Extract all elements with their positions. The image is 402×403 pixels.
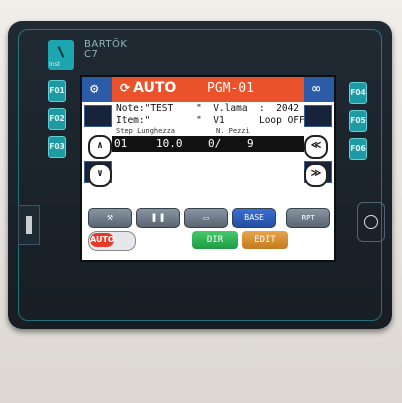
total-value: 9 [247, 137, 254, 150]
fkey-f05[interactable]: F05 [349, 110, 367, 132]
tool-button[interactable]: ⚒ [88, 208, 132, 228]
logo-text: Inst [49, 61, 61, 68]
brand-logo: Inst [48, 40, 74, 70]
page-up-icon[interactable]: ≪ [304, 135, 328, 159]
fkey-f06[interactable]: F06 [349, 138, 367, 160]
frame-icon: ▭ [202, 214, 210, 222]
frame-button[interactable]: ▭ [184, 208, 228, 228]
info-line-note: Note:"TEST " V.lama : 2042 [116, 103, 300, 114]
brand-model: C7 [84, 49, 99, 60]
col-step-length: Step Lunghezza [116, 127, 176, 135]
dir-button[interactable]: DIR [192, 231, 238, 249]
mode-indicator: ⟳ AUTO [120, 80, 176, 96]
left-panel-1[interactable] [84, 105, 112, 127]
page-down-icon[interactable]: ≫ [304, 163, 328, 187]
status-bar: ⟳ AUTO PGM-01 [112, 77, 304, 102]
rpt-button[interactable]: RPT [286, 208, 330, 228]
pieces-value: 0/ [208, 137, 222, 150]
step-value: 01 [114, 137, 128, 150]
pause-button[interactable]: ▌▐ [136, 208, 180, 228]
table-row[interactable]: 01 10.0 0/ 9 [112, 136, 304, 152]
auto-toggle[interactable]: AUTO [88, 231, 136, 251]
length-value: 10.0 [156, 137, 183, 150]
fkey-f03[interactable]: F03 [48, 136, 66, 158]
rpt-label: RPT [301, 214, 315, 222]
touch-screen: ⚙ ⟳ AUTO PGM-01 ∞ Note:"TEST " V.lama : 2… [80, 75, 336, 262]
faucet-icon: ⚙ [90, 81, 99, 97]
loop-button[interactable]: ∞ [304, 77, 334, 102]
usb-slot [18, 205, 40, 245]
loop-icon: ∞ [312, 81, 321, 97]
scroll-down-left-icon[interactable]: ∨ [88, 163, 112, 187]
ring-icon [364, 215, 378, 229]
fkey-f02[interactable]: F02 [48, 108, 66, 130]
slot-bar-icon [26, 216, 32, 234]
pause-icon: ▌▐ [152, 214, 164, 222]
refresh-icon: ⟳ [120, 81, 131, 95]
program-label: PGM-01 [207, 81, 254, 96]
logo-mark-icon [57, 46, 65, 58]
fkey-f04[interactable]: F04 [349, 82, 367, 104]
base-button[interactable]: BASE [232, 208, 276, 228]
scroll-up-left-icon[interactable]: ∧ [88, 135, 112, 159]
edit-button[interactable]: EDIT [242, 231, 288, 249]
fkey-f01[interactable]: F01 [48, 80, 66, 102]
mode-label: AUTO [133, 80, 177, 96]
col-pieces: N. Pezzi [216, 127, 250, 135]
info-line-item: Item:" " V1 Loop OFF [116, 115, 305, 126]
tool-icon: ⚒ [106, 214, 114, 222]
tap-button[interactable]: ⚙ [82, 77, 112, 102]
brand-label: BARTÖK C7 [84, 40, 127, 60]
home-key[interactable] [357, 202, 385, 242]
right-panel-1[interactable] [304, 105, 332, 127]
auto-toggle-label: AUTO [90, 233, 115, 247]
